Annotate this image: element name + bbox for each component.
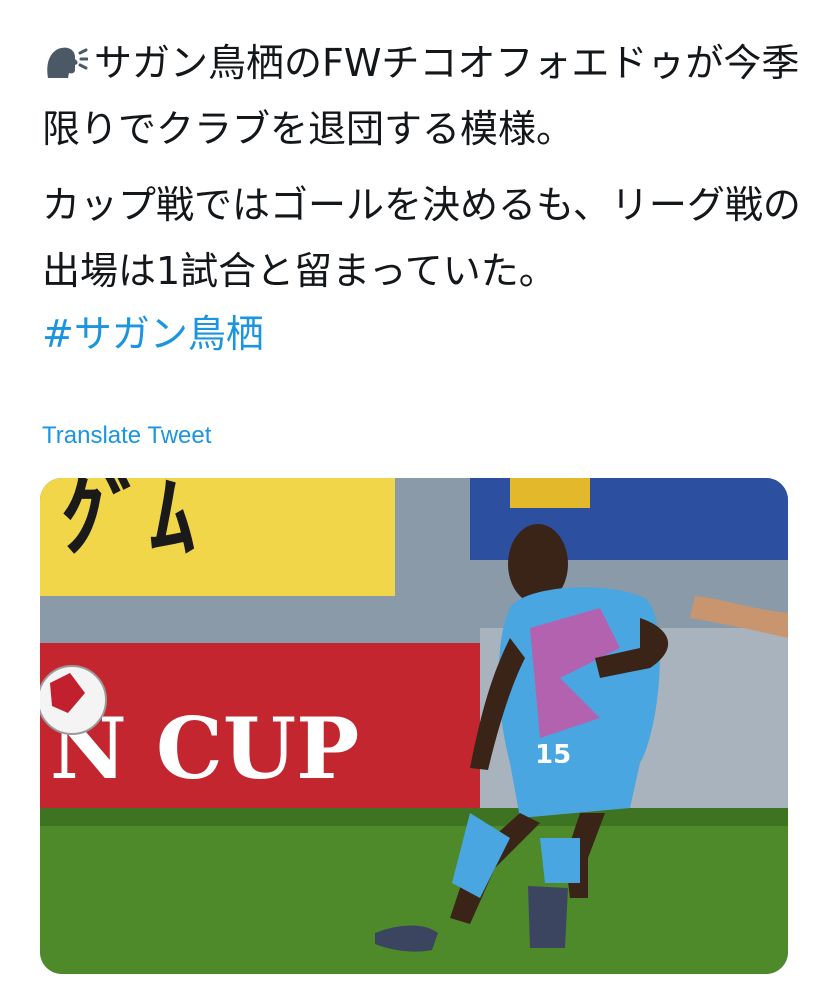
tweet-photo[interactable]: ｸﾞﾑ N CUP 15 xyxy=(40,478,788,974)
speaking-head-icon xyxy=(42,36,89,78)
tweet-text: サガン鳥栖のFWチコオフォエドゥが今季限りでクラブを退団する模様。 カップ戦では… xyxy=(42,30,802,364)
player-right-boot xyxy=(528,886,568,948)
player-right-sock xyxy=(540,838,580,883)
football-photo: ｸﾞﾑ N CUP 15 xyxy=(40,478,788,974)
hashtag-link[interactable]: #サガン鳥栖 xyxy=(42,304,802,364)
yellow-banner-text: ｸﾞﾑ xyxy=(60,478,195,570)
player-jersey xyxy=(498,587,660,763)
paragraph-1-text: サガン鳥栖のFWチコオフォエドゥが今季限りでクラブを退団する模様。 xyxy=(42,41,800,151)
paragraph-2-text: カップ戦ではゴールを決めるも、リーグ戦の出場は1試合と留まっていた。 xyxy=(42,183,801,293)
translate-tweet-link[interactable]: Translate Tweet xyxy=(42,422,211,450)
blue-banner-logo xyxy=(510,478,590,508)
tweet-paragraph-1: サガン鳥栖のFWチコオフォエドゥが今季限りでクラブを退団する模様。 xyxy=(42,30,802,162)
tweet-paragraph-2: カップ戦ではゴールを決めるも、リーグ戦の出場は1試合と留まっていた。 #サガン鳥… xyxy=(42,172,802,364)
